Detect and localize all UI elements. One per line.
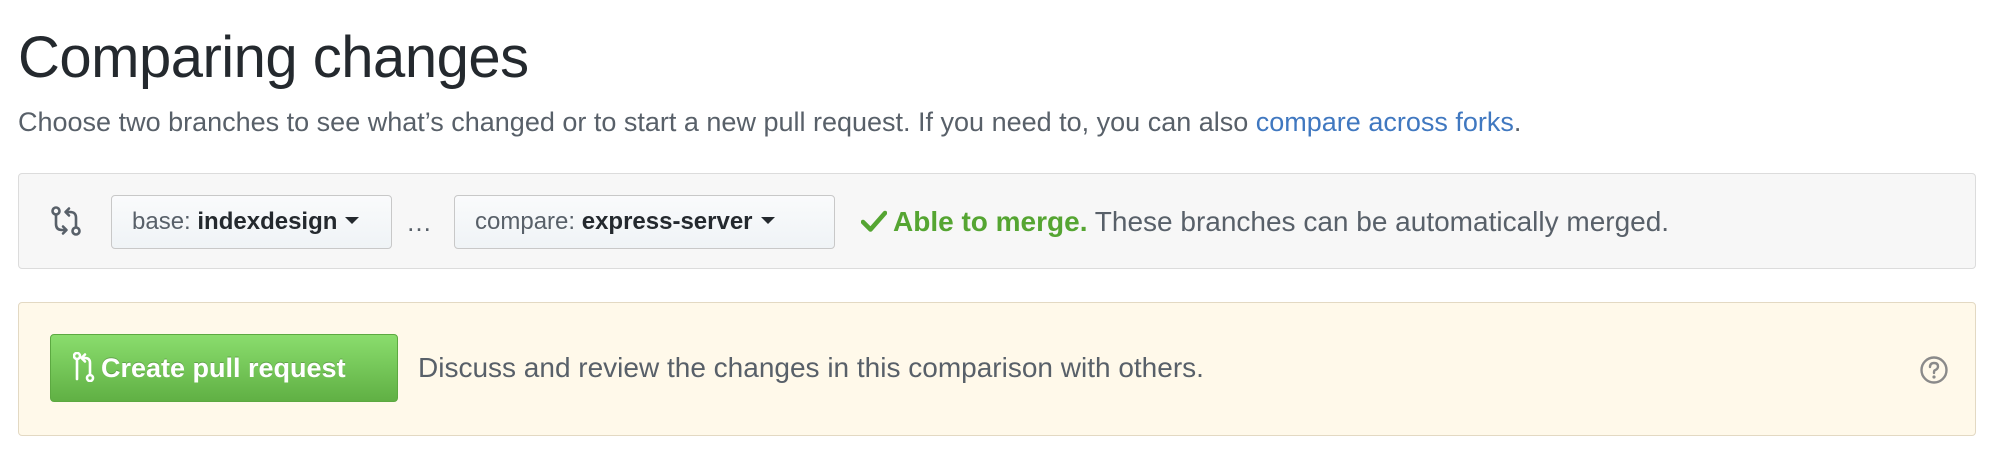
create-pull-request-button[interactable]: Create pull request — [50, 334, 398, 402]
page-subtitle: Choose two branches to see what’s change… — [18, 104, 1521, 140]
merge-status-label: Able to merge. — [893, 206, 1088, 237]
base-branch-select[interactable]: base: indexdesign — [111, 195, 392, 249]
base-branch-name: indexdesign — [197, 208, 338, 235]
merge-status: Able to merge. These branches can be aut… — [861, 195, 1669, 249]
check-icon — [861, 210, 887, 232]
caret-down-icon — [760, 217, 775, 225]
base-branch-prefix: base: — [132, 208, 191, 235]
create-pull-request-label: Create pull request — [101, 353, 346, 383]
branch-range-editor: base: indexdesign … compare: express-ser… — [18, 173, 1976, 269]
compare-branch-prefix: compare: — [475, 208, 576, 235]
caret-down-icon — [345, 217, 360, 225]
range-separator: … — [406, 207, 432, 237]
subtitle-text: Choose two branches to see what’s change… — [18, 107, 1256, 137]
compare-across-forks-link[interactable]: compare across forks — [1256, 107, 1514, 137]
page-title: Comparing changes — [18, 25, 529, 90]
create-pull-request-panel: Create pull request Discuss and review t… — [18, 302, 1976, 436]
compare-branch-select[interactable]: compare: express-server — [454, 195, 835, 249]
compare-branch-name: express-server — [581, 208, 753, 235]
question-icon[interactable] — [1919, 355, 1949, 385]
pull-request-description: Discuss and review the changes in this c… — [418, 352, 1204, 383]
git-pull-request-icon — [72, 351, 95, 383]
merge-status-detail: These branches can be automatically merg… — [1094, 206, 1670, 237]
subtitle-end: . — [1513, 107, 1522, 137]
git-compare-icon — [51, 206, 81, 236]
